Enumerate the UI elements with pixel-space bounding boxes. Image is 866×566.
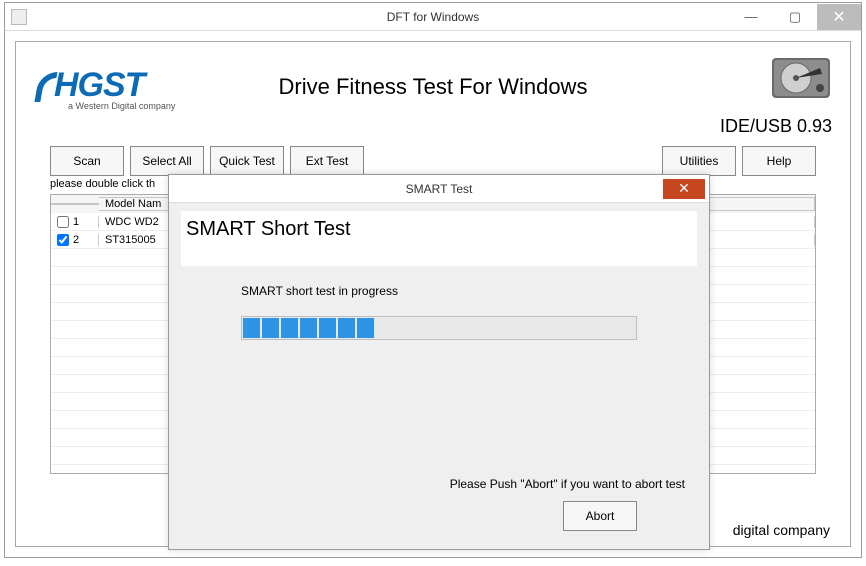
row-checkbox[interactable] — [57, 216, 69, 228]
utilities-button[interactable]: Utilities — [662, 146, 736, 176]
dialog-body: SMART Short Test SMART short test in pro… — [169, 203, 709, 549]
help-button[interactable]: Help — [742, 146, 816, 176]
dialog-title: SMART Test — [169, 182, 709, 196]
version-label: IDE/USB 0.93 — [720, 116, 832, 137]
quick-test-button[interactable]: Quick Test — [210, 146, 284, 176]
progress-segment — [281, 318, 298, 338]
close-button[interactable]: ✕ — [817, 4, 861, 30]
abort-button[interactable]: Abort — [563, 501, 637, 531]
smart-test-dialog: SMART Test ✕ SMART Short Test SMART shor… — [168, 174, 710, 550]
dialog-heading: SMART Short Test — [186, 218, 692, 241]
select-all-button[interactable]: Select All — [130, 146, 204, 176]
header: HGST a Western Digital company Drive Fit… — [16, 42, 850, 142]
progress-segment — [243, 318, 260, 338]
hard-drive-icon — [766, 48, 836, 106]
row-index: 1 — [73, 216, 79, 228]
dialog-title-bar: SMART Test ✕ — [169, 175, 709, 203]
dialog-close-button[interactable]: ✕ — [663, 179, 705, 199]
progress-segment — [262, 318, 279, 338]
app-title: Drive Fitness Test For Windows — [16, 74, 850, 100]
window-controls: — ▢ ✕ — [729, 4, 861, 30]
row-index: 2 — [73, 234, 79, 246]
progress-segment — [300, 318, 317, 338]
progress-segment — [338, 318, 355, 338]
scan-button[interactable]: Scan — [50, 146, 124, 176]
dialog-heading-box: SMART Short Test — [181, 211, 697, 266]
minimize-button[interactable]: — — [729, 4, 773, 30]
toolbar: Scan Select All Quick Test Ext Test Util… — [50, 146, 816, 176]
app-icon — [11, 9, 27, 25]
row-checkbox[interactable] — [57, 234, 69, 246]
dialog-status: SMART short test in progress — [241, 284, 697, 298]
col-checkbox — [51, 203, 99, 205]
logo-subtext: a Western Digital company — [68, 101, 175, 111]
title-bar: DFT for Windows — ▢ ✕ — [5, 3, 861, 31]
progress-bar — [241, 316, 637, 340]
progress-segment — [357, 318, 374, 338]
progress-segment — [319, 318, 336, 338]
maximize-button[interactable]: ▢ — [773, 4, 817, 30]
dialog-hint: Please Push "Abort" if you want to abort… — [450, 477, 685, 491]
ext-test-button[interactable]: Ext Test — [290, 146, 364, 176]
footer-text: digital company — [733, 522, 830, 538]
